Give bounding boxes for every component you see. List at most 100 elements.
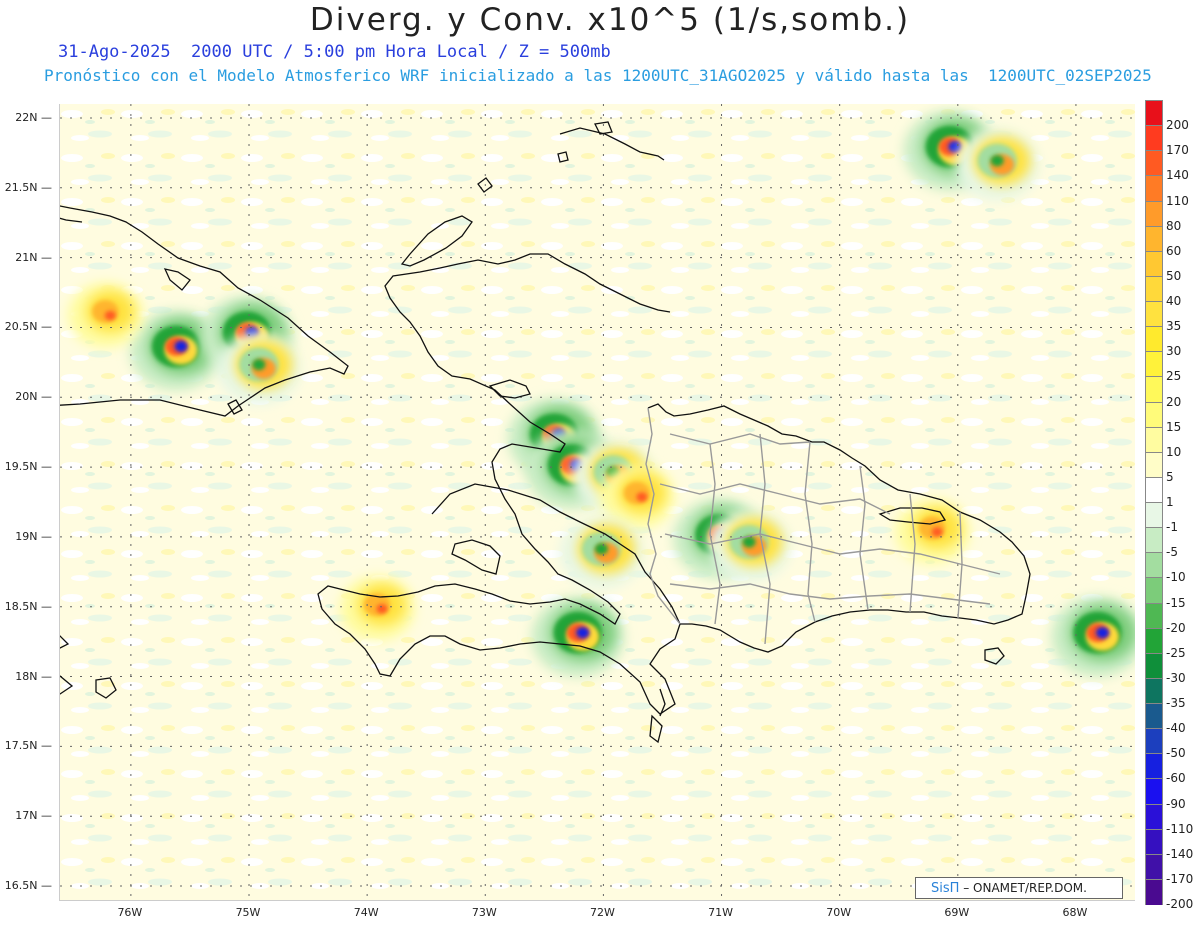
color-scale-label: -25	[1166, 645, 1186, 660]
color-scale-cell	[1145, 527, 1163, 554]
color-scale-label: 30	[1166, 344, 1182, 359]
color-scale-label: -10	[1166, 570, 1186, 585]
field-blob	[576, 626, 590, 639]
color-scale-cell	[1145, 100, 1163, 127]
color-scale-label: 80	[1166, 218, 1182, 233]
latitude-label: 21N —	[15, 250, 52, 264]
color-scale-label: 1	[1166, 495, 1174, 509]
field-blob	[990, 154, 1004, 167]
color-scale-label: -60	[1166, 771, 1186, 786]
color-scale-cell	[1145, 326, 1163, 353]
latitude-label: 22N —	[15, 110, 52, 124]
field-blob	[623, 481, 651, 505]
color-scale-label: 60	[1166, 243, 1182, 258]
color-scale-label: 140	[1166, 168, 1189, 183]
longitude-label: 76W	[117, 906, 143, 919]
color-scale-cell	[1145, 778, 1163, 805]
field-blob	[104, 310, 116, 321]
color-scale-label: -200	[1166, 897, 1194, 911]
color-scale-label: 40	[1166, 294, 1182, 308]
color-scale-label: -20	[1166, 620, 1186, 635]
credit-brand: SisΠ	[931, 881, 960, 896]
latitude-label: 21.5N —	[4, 180, 52, 194]
color-scale-label: -5	[1166, 545, 1178, 560]
color-scale-cell	[1145, 753, 1163, 780]
color-scale-label: 110	[1166, 193, 1189, 208]
longitude-label: 72W	[589, 906, 615, 919]
field-blob	[174, 340, 188, 353]
color-scale-cell	[1145, 275, 1163, 302]
longitude-label: 74W	[353, 906, 379, 919]
latitude-label: 17.5N —	[4, 739, 52, 753]
longitude-label: 69W	[944, 906, 970, 919]
color-scale-cell	[1145, 150, 1163, 177]
color-scale-label: 170	[1166, 143, 1189, 158]
model-info-subtitle: Pronóstico con el Modelo Atmosferico WRF…	[44, 66, 1152, 85]
color-scale-cell	[1145, 376, 1163, 403]
color-scale-cell	[1145, 677, 1163, 704]
color-scale-cell	[1145, 401, 1163, 428]
credit-organization: – ONAMET/REP.DOM.	[959, 881, 1087, 895]
field-blob	[594, 543, 609, 555]
field-blob	[376, 603, 388, 614]
longitude-label: 73W	[471, 906, 497, 919]
color-scale-label: -90	[1166, 796, 1186, 811]
field-blob	[931, 527, 943, 537]
latitude-label: 20.5N —	[4, 320, 52, 334]
color-scale-cell	[1145, 577, 1163, 604]
color-scale-label: -40	[1166, 721, 1186, 736]
longitude-label: 70W	[826, 906, 852, 919]
latitude-label: 17N —	[15, 809, 52, 823]
latitude-label: 19N —	[15, 529, 52, 543]
color-scale-cell	[1145, 225, 1163, 252]
field-blob	[92, 300, 119, 323]
field-blob	[636, 492, 648, 502]
color-scale-cell	[1145, 451, 1163, 478]
color-scale-label: -50	[1166, 746, 1186, 761]
color-scale-cell	[1145, 351, 1163, 378]
color-scale-label: 200	[1166, 118, 1189, 133]
latitude-label: 19.5N —	[4, 460, 52, 474]
color-scale-label: 10	[1166, 444, 1182, 459]
color-scale-label: -140	[1166, 846, 1194, 861]
color-scale-label: -30	[1166, 670, 1186, 685]
color-scale-cell	[1145, 301, 1163, 328]
color-scale-cell	[1145, 250, 1163, 277]
color-scale-cell	[1145, 627, 1163, 654]
color-scale-cell	[1145, 125, 1163, 152]
color-scale-label: 35	[1166, 319, 1182, 334]
color-scale-cell	[1145, 200, 1163, 227]
color-scale-cell	[1145, 828, 1163, 855]
field-blob	[742, 536, 756, 548]
latitude-label: 20N —	[15, 390, 52, 404]
color-scale-bar	[1145, 100, 1163, 905]
color-scale-label: -110	[1166, 821, 1194, 836]
longitude-label: 75W	[235, 906, 261, 919]
field-blob	[918, 516, 946, 540]
longitude-label: 71W	[708, 906, 733, 919]
color-scale-label: 5	[1166, 469, 1174, 484]
color-scale-cell	[1145, 175, 1163, 202]
map-panel	[59, 104, 1135, 901]
color-scale-cell	[1145, 853, 1163, 880]
color-scale-label: -1	[1166, 520, 1178, 535]
color-scale-label: -35	[1166, 696, 1186, 710]
color-scale-label: -15	[1166, 595, 1186, 610]
color-scale-cell	[1145, 476, 1163, 503]
color-scale-label: 15	[1166, 419, 1182, 434]
credit-box: SisΠ – ONAMET/REP.DOM.	[915, 877, 1123, 899]
color-scale-cell	[1145, 602, 1163, 629]
color-scale-label: 20	[1166, 394, 1182, 409]
latitude-label: 18.5N —	[4, 599, 52, 613]
valid-time-subtitle: 31-Ago-2025 2000 UTC / 5:00 pm Hora Loca…	[58, 42, 611, 62]
color-scale-label: 25	[1166, 369, 1182, 384]
latitude-label: 16.5N —	[4, 879, 52, 893]
latitude-label: 18N —	[15, 669, 52, 683]
color-scale-cell	[1145, 652, 1163, 679]
color-scale-label: 50	[1166, 268, 1182, 283]
color-scale-cell	[1145, 552, 1163, 579]
map-canvas	[60, 104, 1135, 900]
field-blob	[1095, 626, 1110, 639]
color-scale-cell	[1145, 502, 1163, 529]
color-scale-cell	[1145, 426, 1163, 453]
